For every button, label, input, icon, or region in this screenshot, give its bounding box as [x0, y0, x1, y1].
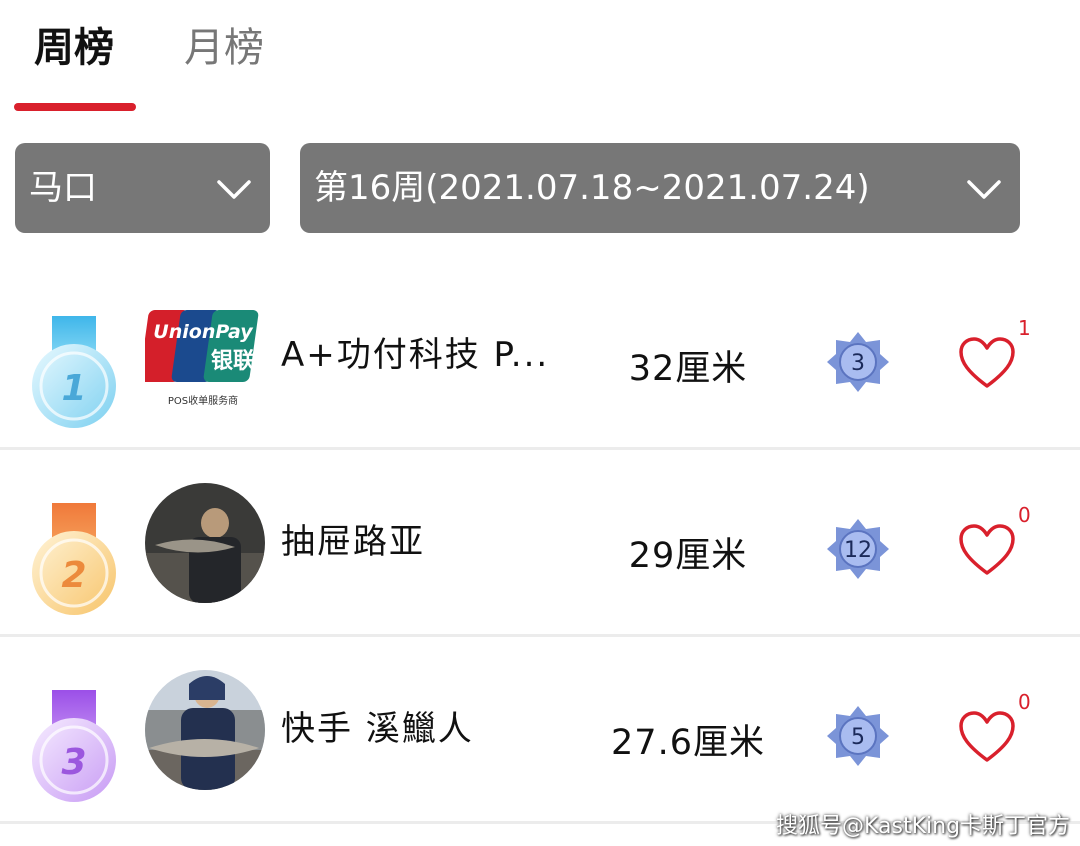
level-number: 3 [851, 351, 865, 376]
angler-name[interactable]: 抽屉路亚 [281, 519, 425, 565]
angler-photo [145, 483, 265, 603]
avatar[interactable] [145, 670, 265, 790]
ranking-row[interactable]: 3 快手 溪鱲人 27.6厘米 5 0 [0, 638, 1080, 824]
avatar[interactable]: UnionPay 银联 POS收单服务商 [145, 296, 265, 416]
avatar[interactable] [145, 483, 265, 603]
active-tab-indicator [14, 103, 136, 111]
watermark: 搜狐号@KastKing卡斯丁官方 [776, 814, 1071, 839]
level-badge-icon: 5 [827, 706, 889, 766]
level-badge-icon: 12 [827, 519, 889, 579]
row-divider [0, 447, 1080, 450]
fish-length: 29厘米 [628, 536, 748, 576]
chevron-down-icon [217, 180, 251, 199]
svg-text:POS收单服务商: POS收单服务商 [168, 394, 238, 407]
region-dropdown-value: 马口 [29, 168, 97, 208]
region-dropdown[interactable]: 马口 [15, 143, 270, 233]
row-divider [0, 634, 1080, 637]
medal-rank-number: 3 [61, 742, 86, 783]
tab-monthly[interactable]: 月榜 [184, 22, 264, 74]
silver-rank-medal-icon: 2 [32, 503, 116, 615]
level-badge-icon: 3 [827, 332, 889, 392]
heart-icon[interactable] [958, 710, 1016, 764]
week-dropdown-value: 第16周(2021.07.18~2021.07.24) [314, 168, 870, 208]
heart-icon[interactable] [958, 523, 1016, 577]
medal-rank-number: 1 [61, 368, 86, 409]
bronze-rank-medal-icon: 3 [32, 690, 116, 802]
ranking-row[interactable]: 1 UnionPay 银联 POS收单服务商 A+功付科技 P... 32厘米 … [0, 264, 1080, 450]
like-count: 0 [1018, 690, 1031, 714]
ranking-row[interactable]: 2 抽屉路亚 29厘米 12 0 [0, 451, 1080, 637]
week-dropdown[interactable]: 第16周(2021.07.18~2021.07.24) [300, 143, 1020, 233]
angler-photo [145, 670, 265, 790]
level-number: 12 [844, 538, 872, 563]
medal-rank-number: 2 [61, 555, 86, 596]
fish-length: 32厘米 [628, 349, 748, 389]
angler-name[interactable]: 快手 溪鱲人 [281, 706, 474, 752]
chevron-down-icon [967, 180, 1001, 199]
fish-length: 27.6厘米 [611, 723, 765, 763]
like-count: 1 [1018, 316, 1031, 340]
svg-text:银联: 银联 [211, 349, 255, 374]
tab-weekly[interactable]: 周榜 [34, 22, 114, 74]
gold-rank-medal-icon: 1 [32, 316, 116, 428]
level-number: 5 [851, 725, 865, 750]
svg-text:UnionPay: UnionPay [153, 321, 254, 343]
heart-icon[interactable] [958, 336, 1016, 390]
unionpay-logo-icon: UnionPay 银联 POS收单服务商 [145, 310, 259, 407]
like-count: 0 [1018, 503, 1031, 527]
ranking-tabs: 周榜 月榜 [0, 0, 1080, 120]
angler-name[interactable]: A+功付科技 P... [281, 332, 549, 378]
